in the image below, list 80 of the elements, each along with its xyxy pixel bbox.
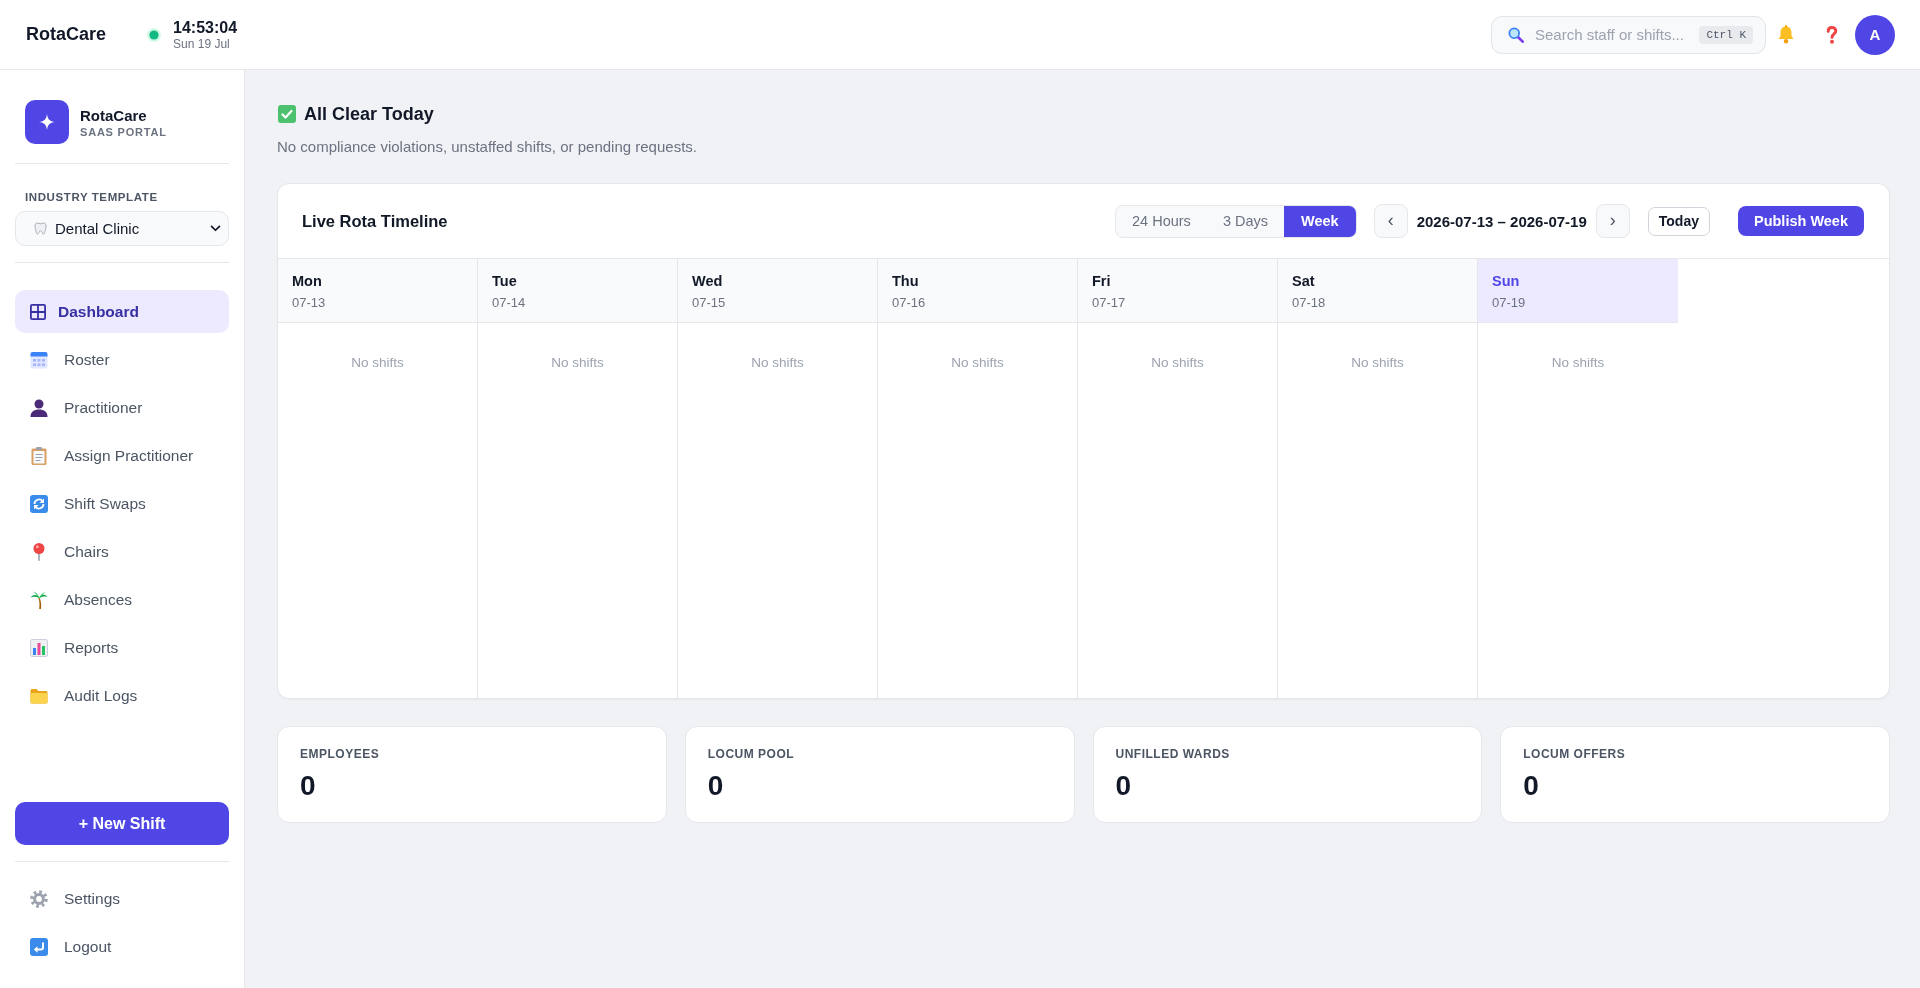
next-button[interactable]: › (1595, 204, 1630, 238)
stat-label: LOCUM POOL (707, 747, 796, 761)
nav-item[interactable]: Settings (15, 877, 229, 920)
user-avatar[interactable]: A (1855, 14, 1895, 55)
search-input[interactable]: Search staff or shifts... (1535, 23, 1694, 46)
template-label: INDUSTRY TEMPLATE (24, 190, 159, 204)
grid-icon (30, 303, 46, 320)
nav-item[interactable]: Assign Practitioner (15, 434, 229, 477)
empty-state-text: No shifts (1151, 355, 1204, 370)
stat-value: 0 (300, 770, 317, 802)
pin-icon (33, 542, 45, 561)
panel-title: Live Rota Timeline (302, 211, 448, 231)
today-button[interactable]: Today (1647, 206, 1710, 236)
alert-title: All Clear Today (304, 103, 434, 125)
day-date: 07-18 (1292, 295, 1327, 310)
search-icon (1508, 26, 1524, 43)
day-date: 07-19 (1492, 295, 1527, 310)
clock-date: Sun 19 Jul (173, 36, 231, 51)
bell-icon[interactable] (1777, 25, 1795, 44)
stat-label: LOCUM OFFERS (1523, 747, 1627, 761)
empty-state-text: No shifts (751, 355, 804, 370)
search-field[interactable]: Search staff or shifts... Ctrl K (1491, 15, 1766, 54)
palm-tree-icon (30, 590, 48, 609)
day-name: Fri (1092, 273, 1112, 290)
previous-button[interactable]: ‹ (1373, 204, 1408, 238)
stat-value: 0 (1523, 770, 1540, 802)
empty-state-text: No shifts (1551, 355, 1605, 370)
day-date: 07-16 (892, 295, 927, 310)
folder-icon (30, 687, 48, 704)
person-icon (30, 398, 48, 417)
shortcut-hint: Ctrl K (1699, 25, 1753, 44)
stat-label: EMPLOYEES (300, 747, 381, 761)
day-name: Mon (292, 273, 323, 290)
empty-state-text: No shifts (351, 355, 404, 370)
day-date: 07-14 (492, 295, 527, 310)
alert-message: No compliance violations, unstaffed shifts, or pending requests. (277, 138, 697, 156)
app-name: RotaCare (26, 24, 107, 45)
empty-state-text: No shifts (951, 355, 1004, 370)
nav-item[interactable]: Shift Swaps (15, 482, 229, 525)
view-tab[interactable]: 3 Days (1206, 205, 1284, 237)
date-range: 2026-07-13 – 2026-07-19 (1416, 212, 1587, 230)
brand-tagline: SAAS PORTAL (80, 125, 167, 138)
nav-item[interactable]: Absences (15, 578, 229, 621)
brand-name: RotaCare (80, 106, 148, 124)
day-name: Thu (892, 273, 920, 290)
stat-value: 0 (1115, 770, 1133, 802)
nav-item[interactable]: Dashboard (15, 290, 229, 333)
sparkle-icon (25, 100, 69, 144)
day-date: 07-17 (1092, 295, 1127, 310)
nav-item[interactable]: Audit Logs (15, 674, 229, 717)
gear-icon (30, 889, 48, 908)
nav-item[interactable]: Practitioner (15, 386, 229, 429)
calendar-icon (30, 350, 48, 369)
stat-value: 0 (707, 770, 725, 802)
clock-time: 14:53:04 (173, 18, 238, 37)
stat-label: UNFILLED WARDS (1115, 747, 1231, 761)
view-tab[interactable]: Week (1284, 205, 1356, 237)
empty-state-text: No shifts (551, 355, 604, 370)
day-name: Sun (1492, 273, 1521, 290)
day-name: Sat (1292, 273, 1316, 290)
bar-chart-icon (30, 638, 48, 657)
nav-item[interactable]: Roster (15, 338, 229, 381)
day-name: Tue (492, 273, 518, 290)
new-shift-button[interactable]: + New Shift (15, 802, 229, 845)
caret-icon (210, 225, 221, 232)
clipboard-icon (31, 446, 47, 465)
nav-item[interactable]: Logout (15, 925, 229, 968)
nav-item[interactable]: Chairs (15, 530, 229, 573)
industry-select[interactable]: Dental Clinic (15, 211, 229, 246)
nav-item[interactable]: Reports (15, 626, 229, 669)
day-date: 07-13 (292, 295, 327, 310)
day-name: Wed (692, 273, 724, 290)
swap-arrows-icon (30, 494, 48, 513)
day-date: 07-15 (692, 295, 727, 310)
publish-button[interactable]: Publish Week (1738, 206, 1864, 236)
help-icon[interactable] (1826, 25, 1838, 44)
check-icon (278, 105, 296, 123)
view-tab[interactable]: 24 Hours (1116, 205, 1207, 237)
tooth-icon (34, 222, 47, 235)
empty-state-text: No shifts (1351, 355, 1404, 370)
